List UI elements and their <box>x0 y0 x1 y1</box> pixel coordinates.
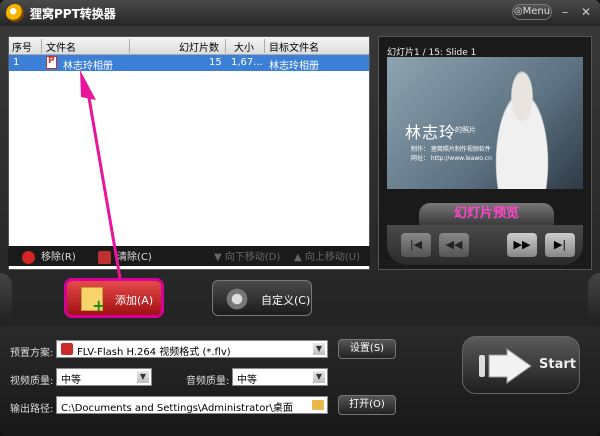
slide-info-line: 网址： http://www.leawo.cn <box>411 155 492 162</box>
remove-button[interactable]: 移除(R) <box>22 248 76 264</box>
right-edge-decoration <box>588 273 600 321</box>
row-target: 林志玲相册 <box>269 61 319 72</box>
fast-forward-icon: ▶▶ <box>513 238 531 251</box>
start-button[interactable]: Start <box>462 336 580 394</box>
col-filename[interactable]: 文件名 <box>46 39 76 54</box>
preset-label: 预置方案: <box>10 348 54 359</box>
app-window: 狸窝PPT转换器 ◎Menu – ✕ 序号 文件名 幻灯片数 大小 目标文件名 … <box>0 0 600 436</box>
app-title: 狸窝PPT转换器 <box>30 7 116 21</box>
output-path-input[interactable]: C:\Documents and Settings\Administrator\… <box>56 396 328 414</box>
last-slide-button[interactable]: ▶| <box>545 233 575 257</box>
add-file-icon <box>81 287 105 315</box>
row-index: 1 <box>13 57 20 68</box>
settings-panel: 预置方案: FLV-Flash H.264 视频格式 (*.flv) ▼ 设置(… <box>0 326 600 436</box>
preview-controls: |◀ ◀◀ ▶▶ ▶| <box>387 225 583 265</box>
col-index[interactable]: 序号 <box>12 39 32 54</box>
menu-icon: ◎ <box>513 6 523 17</box>
output-path-value: C:\Documents and Settings\Administrator\… <box>61 403 293 414</box>
move-down-icon: ▼ <box>214 252 225 263</box>
move-down-button[interactable]: ▼ 向下移动(D) <box>214 248 280 263</box>
slide-photo <box>482 57 562 189</box>
chevron-down-icon: ▼ <box>313 371 325 383</box>
col-size[interactable]: 大小 <box>234 39 254 54</box>
remove-icon <box>22 250 35 264</box>
list-header: 序号 文件名 幻灯片数 大小 目标文件名 <box>9 37 369 55</box>
left-edge-decoration <box>0 273 12 321</box>
play-arrow-icon <box>479 348 532 384</box>
ppt-file-icon <box>46 56 57 69</box>
video-quality-value: 中等 <box>61 375 81 386</box>
preset-value: FLV-Flash H.264 视频格式 (*.flv) <box>77 347 231 358</box>
clear-label: 清除(C) <box>117 252 152 263</box>
start-label: Start <box>539 357 576 372</box>
clear-icon <box>98 250 111 264</box>
open-button[interactable]: 打开(O) <box>338 395 396 415</box>
col-divider[interactable] <box>129 39 130 53</box>
tools-icon <box>225 287 249 311</box>
move-up-icon: ▲ <box>294 252 305 263</box>
first-slide-button[interactable]: |◀ <box>401 233 431 257</box>
move-down-label: 向下移动(D) <box>224 252 281 263</box>
audio-quality-label: 音频质量: <box>186 376 230 387</box>
preview-panel: 幻灯片1 / 15: Slide 1 林志玲 的照片 制作： 狸窝照片制作视频软… <box>378 36 592 270</box>
preview-caption: 幻灯片预览 <box>419 203 554 225</box>
flv-format-icon <box>61 343 73 355</box>
move-up-label: 向上移动(U) <box>304 252 360 263</box>
menu-button[interactable]: ◎Menu <box>512 4 552 20</box>
rewind-icon: ◀◀ <box>445 238 463 251</box>
slide-info: 制作： 狸窝照片制作视频软件 网址： http://www.leawo.cn <box>411 145 492 163</box>
prev-slide-button[interactable]: ◀◀ <box>439 233 469 257</box>
col-slides[interactable]: 幻灯片数 <box>179 39 219 54</box>
menu-label: Menu <box>522 6 551 17</box>
slide-subtitle: 的照片 <box>455 126 476 134</box>
clear-button[interactable]: 清除(C) <box>98 248 152 264</box>
output-path-label: 输出路径: <box>10 404 54 415</box>
remove-label: 移除(R) <box>41 252 76 263</box>
close-button[interactable]: ✕ <box>578 4 594 20</box>
move-up-button[interactable]: ▲ 向上移动(U) <box>294 248 360 263</box>
col-divider[interactable] <box>264 39 265 53</box>
col-target[interactable]: 目标文件名 <box>269 39 319 54</box>
minimize-button[interactable]: – <box>557 4 573 20</box>
settings-button[interactable]: 设置(S) <box>338 339 396 359</box>
preset-select[interactable]: FLV-Flash H.264 视频格式 (*.flv) ▼ <box>56 340 328 358</box>
file-list[interactable]: 序号 文件名 幻灯片数 大小 目标文件名 1 林志玲相册 15 1,67... … <box>8 36 370 270</box>
slide-info-line: 制作： 狸窝照片制作视频软件 <box>411 146 491 153</box>
custom-label: 自定义(C) <box>261 294 311 307</box>
chevron-down-icon: ▼ <box>137 371 149 383</box>
add-label: 添加(A) <box>115 294 154 307</box>
custom-button[interactable]: 自定义(C) <box>212 280 312 316</box>
row-filename: 林志玲相册 <box>63 61 113 72</box>
next-slide-button[interactable]: ▶▶ <box>507 233 537 257</box>
add-button[interactable]: 添加(A) <box>66 280 162 316</box>
audio-quality-value: 中等 <box>237 375 257 386</box>
video-quality-label: 视频质量: <box>10 376 54 387</box>
col-divider[interactable] <box>41 39 42 53</box>
chevron-down-icon: ▼ <box>313 343 325 355</box>
table-row[interactable]: 1 林志玲相册 15 1,67... 林志玲相册 <box>9 55 369 72</box>
row-slides: 15 <box>209 57 222 68</box>
audio-quality-select[interactable]: 中等 ▼ <box>232 368 328 386</box>
list-toolbar: 移除(R) 清除(C) ▼ 向下移动(D) ▲ 向上移动(U) <box>8 246 370 266</box>
title-bar[interactable]: 狸窝PPT转换器 ◎Menu – ✕ <box>0 0 600 26</box>
app-logo-icon <box>6 4 24 22</box>
slide-title: 林志玲 <box>405 123 457 142</box>
slide-preview: 林志玲 的照片 制作： 狸窝照片制作视频软件 网址： http://www.le… <box>387 57 583 189</box>
first-icon: |◀ <box>409 238 423 251</box>
last-icon: ▶| <box>553 238 567 251</box>
folder-icon[interactable] <box>312 400 324 410</box>
video-quality-select[interactable]: 中等 ▼ <box>56 368 152 386</box>
col-divider[interactable] <box>225 39 226 53</box>
row-size: 1,67... <box>231 57 263 68</box>
